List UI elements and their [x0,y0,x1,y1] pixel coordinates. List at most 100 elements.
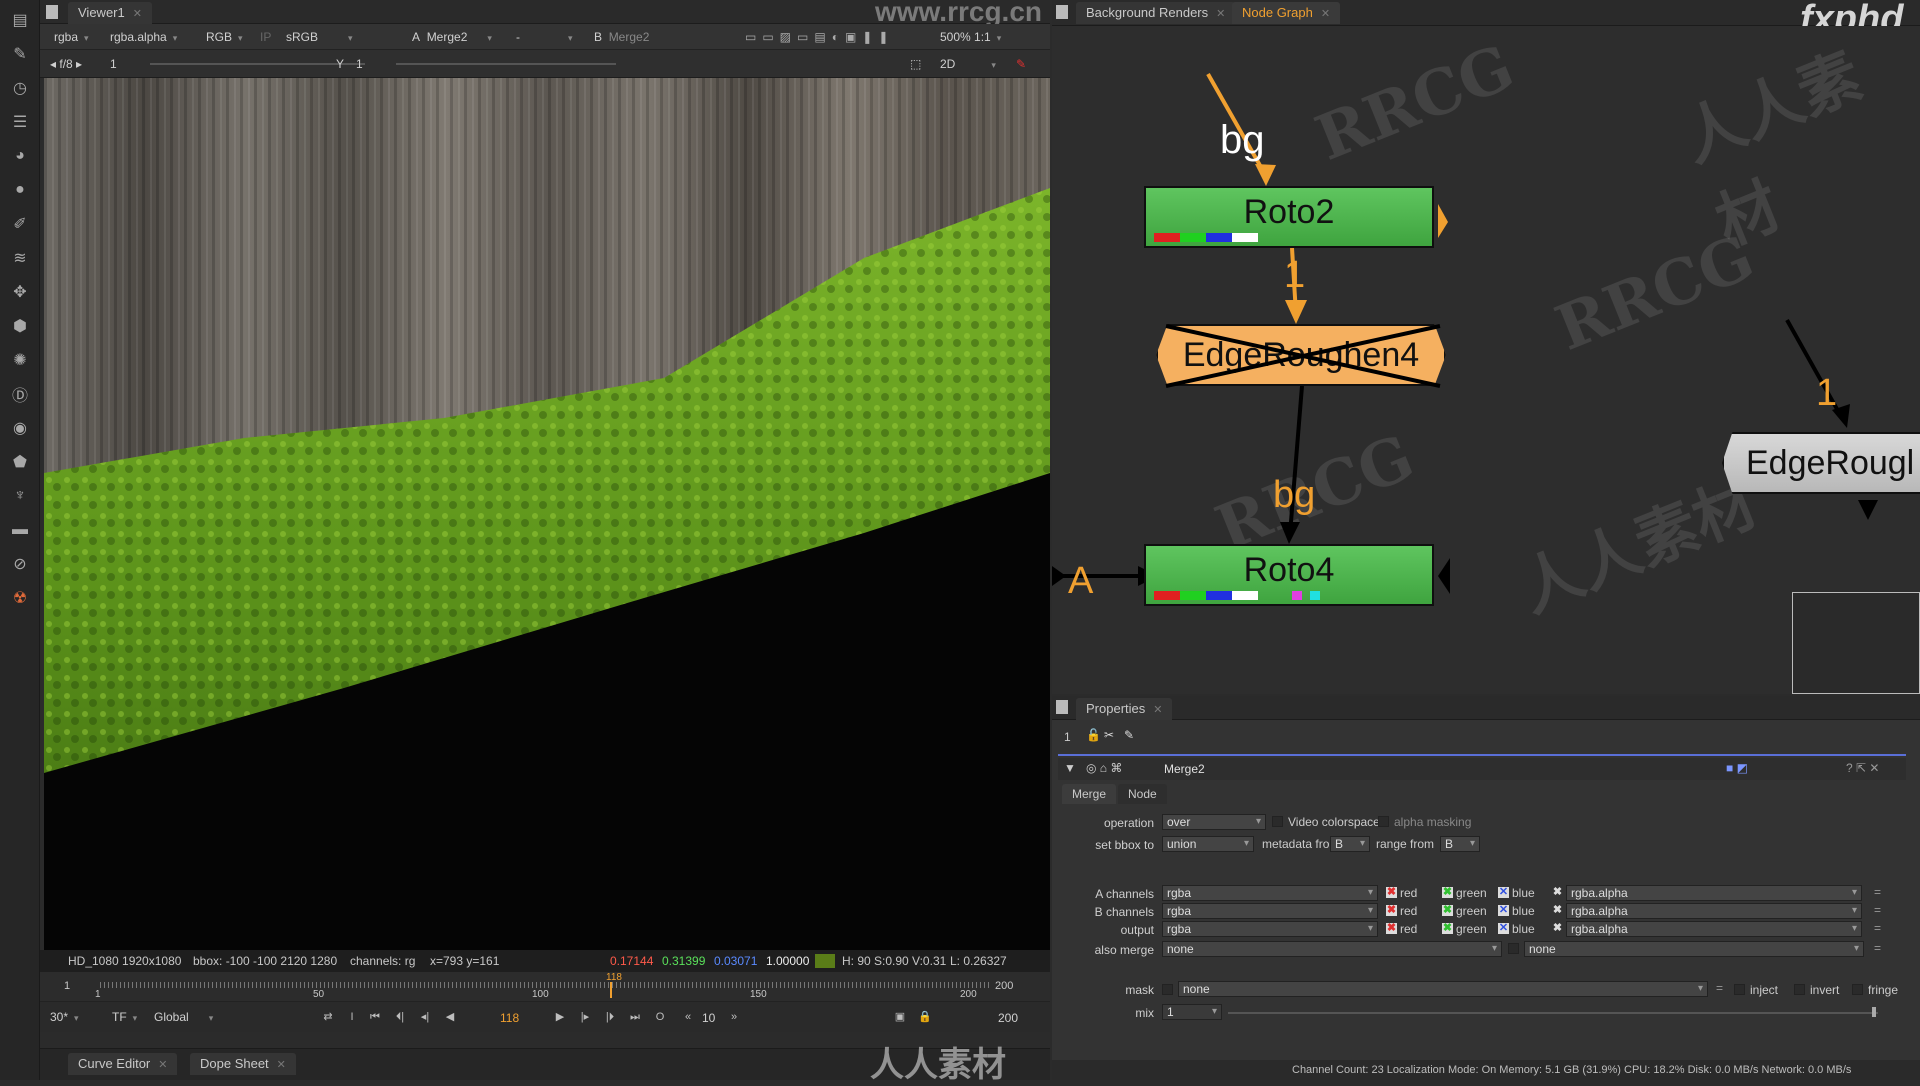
mask-select[interactable]: none [1178,981,1708,997]
close-icon[interactable]: ✕ [1216,8,1225,20]
channel-red-checkbox[interactable]: ✖ [1386,905,1397,916]
display-select[interactable]: RGB ▾ [206,28,243,46]
node-edgeroughen-right[interactable]: EdgeRougl [1722,432,1920,494]
playhead[interactable] [610,982,612,998]
transform-icon[interactable]: ✥ [8,280,32,304]
3d-icon[interactable]: ⬢ [8,314,32,338]
furnace-icon[interactable]: ⊘ [8,552,32,576]
channel-green-checkbox[interactable]: ✖ [1442,887,1453,898]
also-merge2-select[interactable]: none [1524,941,1864,957]
alpha-channel-checkbox[interactable]: ✖ [1552,887,1563,898]
tab-properties[interactable]: Properties ✕ [1076,698,1173,720]
mask-checkbox[interactable] [1162,984,1173,995]
pane-menu-icon[interactable] [46,5,58,19]
edit-icon[interactable]: ✎ [1124,728,1134,742]
draw-icon[interactable]: ✎ [8,42,32,66]
tab-merge[interactable]: Merge [1062,784,1117,804]
operation-select[interactable]: over [1162,814,1266,830]
node-roto2[interactable]: Roto2 [1144,186,1434,248]
cache-icon[interactable]: ▣ [890,1008,910,1026]
step-forward-icon[interactable]: » [724,1008,744,1026]
paint-icon[interactable]: ✎ [1016,55,1026,73]
viewer-image[interactable] [44,78,1050,950]
time-icon[interactable]: ◷ [8,76,32,100]
channels-select[interactable]: rgba ▾ [54,28,89,46]
in-point-button[interactable]: I [342,1008,362,1026]
next-keyframe-icon[interactable]: |⏵ [600,1008,620,1026]
deep-icon[interactable]: Ⓓ [8,382,32,406]
node-name-field[interactable]: Merge2 [1164,762,1205,776]
tab-node[interactable]: Node [1118,784,1167,804]
alpha-channel-select[interactable]: rgba.alpha [1566,885,1862,901]
tab-dope-sheet[interactable]: Dope Sheet ✕ [190,1053,296,1075]
step-back-icon[interactable]: « [678,1008,698,1026]
close-icon[interactable]: ✕ [133,8,142,20]
timeline[interactable]: 1 1 50 100 150 200 118 200 [40,972,1050,1002]
end-frame-field[interactable]: 200 [998,1009,1018,1027]
fringe-checkbox[interactable] [1852,984,1863,995]
channel-green-checkbox[interactable]: ✖ [1442,905,1453,916]
navigator-minimap[interactable] [1792,592,1920,694]
close-icon[interactable]: ✕ [277,1059,286,1071]
channel-blue-checkbox[interactable]: ✕ [1498,923,1509,934]
channels-select[interactable]: rgba [1162,885,1378,901]
roi-icon[interactable]: ⬚ [910,55,921,73]
alpha-channel-checkbox[interactable]: ✖ [1552,905,1563,916]
color-button[interactable]: ■ ◩ [1726,761,1748,775]
alpha-channel-select[interactable]: rgba.alpha ▾ [110,28,177,46]
other-icon[interactable]: ▬ [8,518,32,542]
tab-curve-editor[interactable]: Curve Editor ✕ [68,1053,178,1075]
also-merge-button[interactable]: = [1874,941,1881,955]
view-mode-select[interactable]: 2D ▾ [940,55,996,73]
channels-select[interactable]: rgba [1162,921,1378,937]
ip-button[interactable]: IP [260,28,271,46]
metadata-select[interactable]: B [1330,836,1370,852]
fstop-control[interactable]: ◂ f/8 ▸ [50,55,82,73]
loop-icon[interactable]: ⇄ [318,1008,338,1026]
also-merge-checkbox[interactable] [1508,943,1519,954]
pane-menu-icon[interactable] [1056,700,1068,714]
channel-red-checkbox[interactable]: ✖ [1386,887,1397,898]
nuke-icon[interactable]: ☢ [8,586,32,610]
tab-node-graph[interactable]: Node Graph ✕ [1232,2,1341,24]
channel-icon[interactable]: ☰ [8,110,32,134]
toolsets-icon[interactable]: ♆ [8,484,32,508]
alpha-masking-checkbox[interactable] [1378,816,1389,827]
collapse-icon[interactable]: ▼ [1064,761,1076,775]
out-point-button[interactable]: O [650,1008,670,1026]
inject-checkbox[interactable] [1734,984,1745,995]
gain-slider[interactable] [150,63,365,65]
invert-checkbox[interactable] [1794,984,1805,995]
current-frame-field[interactable]: 118 [500,1009,519,1027]
channel-blue-checkbox[interactable]: ✕ [1498,887,1509,898]
channel-equals-button[interactable]: = [1874,903,1881,917]
scope-select[interactable]: Global ▾ [154,1008,213,1026]
filter-icon[interactable]: ● [8,178,32,202]
channel-equals-button[interactable]: = [1874,885,1881,899]
alpha-channel-select[interactable]: rgba.alpha [1566,903,1862,919]
zoom-select[interactable]: 500% 1:1 ▾ [940,28,1001,46]
lock-icon[interactable]: 🔒 [915,1008,935,1026]
channel-blue-checkbox[interactable]: ✕ [1498,905,1509,916]
next-frame-icon[interactable]: |▸ [575,1008,595,1026]
pane-menu-icon[interactable] [1056,5,1068,19]
tab-viewer1[interactable]: Viewer1 ✕ [68,2,152,24]
tab-background-renders[interactable]: Background Renders ✕ [1076,2,1236,24]
alpha-channel-select[interactable]: rgba.alpha [1566,921,1862,937]
gain-field[interactable]: 1 [110,55,117,73]
particles-icon[interactable]: ✺ [8,348,32,372]
channel-green-checkbox[interactable]: ✖ [1442,923,1453,934]
gamma-slider[interactable] [396,63,616,65]
also-merge-select[interactable]: none [1162,941,1502,957]
mix-slider-handle[interactable] [1872,1007,1876,1017]
step-field[interactable]: 10 [702,1009,715,1027]
views-icon[interactable]: ◉ [8,416,32,440]
last-frame-icon[interactable]: ⏭ [625,1008,645,1026]
tf-select[interactable]: TF ▾ [112,1008,137,1026]
max-panels-field[interactable]: 1 [1064,730,1071,744]
compare-select[interactable]: - ▾ [516,28,573,46]
viewer-icon[interactable]: ▤ [8,8,32,32]
fps-select[interactable]: 30* ▾ [50,1008,79,1026]
alpha-channel-checkbox[interactable]: ✖ [1552,923,1563,934]
panel-controls-icon[interactable]: ? ⇱ ✕ [1846,761,1879,775]
